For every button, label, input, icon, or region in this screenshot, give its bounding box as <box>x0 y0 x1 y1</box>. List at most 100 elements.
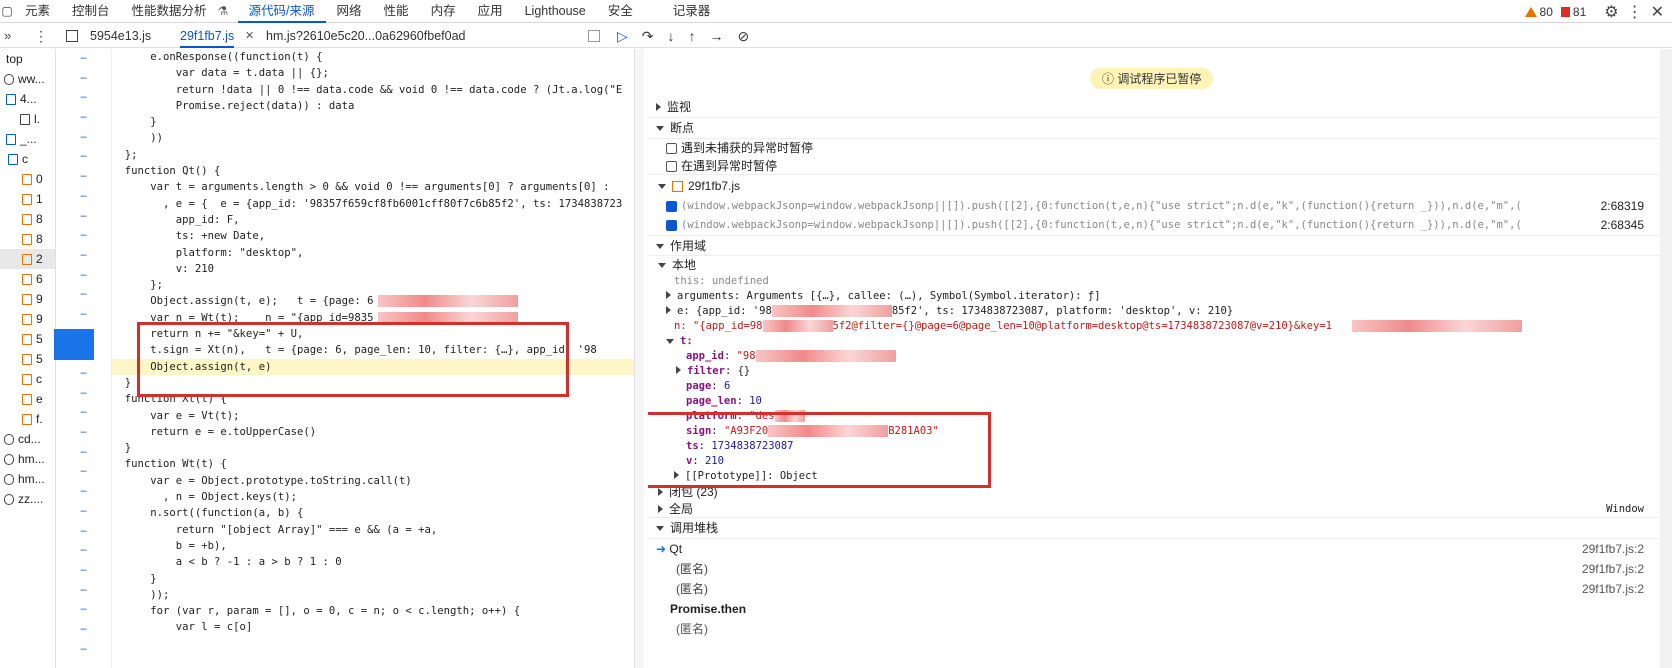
tree-item[interactable]: c <box>0 369 55 389</box>
tab-recorder[interactable]: 记录器 <box>662 0 722 23</box>
tree-item[interactable]: _... <box>0 129 55 149</box>
debugger-scrollbar[interactable] <box>1660 49 1672 668</box>
breakpoint-row[interactable]: (window.webpackJsonp=window.webpackJsonp… <box>648 197 1672 216</box>
line-marker[interactable]: – <box>56 600 111 620</box>
file-tab-hm[interactable]: hm.js?2610e5c20...0a62960fbef0ad <box>266 24 465 48</box>
tree-item[interactable]: top <box>0 49 55 69</box>
chevron-double-right-icon[interactable]: » <box>4 24 11 48</box>
tab-sources[interactable]: 源代码/来源 <box>237 0 326 23</box>
tree-item[interactable]: hm... <box>0 449 55 469</box>
tab-lighthouse[interactable]: Lighthouse <box>514 0 597 23</box>
scope-global[interactable]: 全局 Window <box>648 501 1672 518</box>
call-frame[interactable]: (匿名) <box>648 619 1672 639</box>
tab-performance-insights[interactable]: 性能数据分析 <box>121 0 218 23</box>
line-marker[interactable]: – <box>56 384 111 404</box>
breakpoint-marker[interactable] <box>54 344 94 360</box>
tree-item[interactable]: 8 <box>0 229 55 249</box>
tab-console[interactable]: 控制台 <box>61 0 121 23</box>
warnings-badge[interactable]: 80 <box>1524 5 1553 19</box>
line-marker[interactable]: – <box>56 246 111 266</box>
line-marker[interactable]: – <box>56 128 111 148</box>
section-watch[interactable]: 监视 <box>648 97 1672 118</box>
line-marker[interactable]: – <box>56 187 111 207</box>
tree-item[interactable]: 5 <box>0 329 55 349</box>
call-frame[interactable]: (匿名) 29f1fb7.js:2 <box>648 579 1672 599</box>
scope-local[interactable]: 本地 <box>648 256 1672 274</box>
tree-item[interactable]: l. <box>0 109 55 129</box>
tree-item[interactable]: zz.... <box>0 489 55 509</box>
tree-item[interactable]: 5 <box>0 349 55 369</box>
errors-badge[interactable]: 81 <box>1560 5 1586 19</box>
gear-icon[interactable]: ⚙ <box>1604 2 1618 22</box>
t-prop-app_id[interactable]: app_id: "98 <box>648 349 1672 364</box>
tree-item[interactable]: 4... <box>0 89 55 109</box>
tree-item[interactable]: f. <box>0 409 55 429</box>
scope-e[interactable]: e: {app_id: '98 85f2', ts: 1734838723087,… <box>648 304 1672 319</box>
call-frame[interactable]: ➜ Qt 29f1fb7.js:2 <box>648 539 1672 559</box>
breakpoint-row[interactable]: (window.webpackJsonp=window.webpackJsonp… <box>648 216 1672 235</box>
scope-n[interactable]: n: "{app_id=98 5f2@filter={}@page=6@page_… <box>648 319 1672 334</box>
tab-application[interactable]: 应用 <box>467 0 514 23</box>
call-frame[interactable]: (匿名) 29f1fb7.js:2 <box>648 559 1672 579</box>
line-marker[interactable]: – <box>56 88 111 108</box>
line-marker[interactable]: – <box>56 305 111 325</box>
line-marker[interactable]: – <box>56 502 111 522</box>
tree-item[interactable]: 9 <box>0 289 55 309</box>
file-tab-5954e13[interactable]: 5954e13.js <box>90 24 151 48</box>
tree-item[interactable]: cd... <box>0 429 55 449</box>
line-marker[interactable]: – <box>56 69 111 89</box>
tree-item[interactable]: hm... <box>0 469 55 489</box>
step-icon[interactable]: → <box>710 28 724 44</box>
line-marker[interactable]: – <box>56 482 111 502</box>
editor-scrollbar[interactable] <box>634 49 644 668</box>
inspect-icon[interactable]: ▢ <box>0 0 14 23</box>
step-into-icon[interactable]: ↓ <box>668 28 675 44</box>
line-marker[interactable]: – <box>56 364 111 384</box>
line-marker[interactable]: – <box>56 285 111 305</box>
deactivate-breakpoints-icon[interactable]: ⊘ <box>738 28 750 45</box>
line-marker[interactable]: – <box>56 620 111 640</box>
tab-network[interactable]: 网络 <box>326 0 373 23</box>
line-marker[interactable]: – <box>56 640 111 660</box>
line-marker[interactable]: – <box>56 403 111 423</box>
toggle-navigator-icon[interactable] <box>66 30 78 42</box>
step-over-icon[interactable]: ↷ <box>642 28 654 45</box>
tree-item[interactable]: 6 <box>0 269 55 289</box>
line-marker[interactable]: – <box>56 108 111 128</box>
toggle-debugger-icon[interactable] <box>588 30 600 42</box>
line-marker[interactable]: – <box>56 49 111 69</box>
more-vertical-icon[interactable]: ⋮ <box>1627 2 1643 22</box>
line-marker[interactable]: – <box>56 522 111 542</box>
section-callstack[interactable]: 调用堆栈 <box>648 518 1672 539</box>
file-tab-29f1fb7[interactable]: 29f1fb7.js <box>180 24 235 48</box>
checkbox[interactable] <box>666 143 677 155</box>
line-marker[interactable]: – <box>56 541 111 561</box>
more-vertical-icon[interactable]: ⋮ <box>34 24 48 48</box>
checkbox[interactable] <box>666 201 677 213</box>
line-marker[interactable]: – <box>56 423 111 443</box>
resume-icon[interactable]: ▷ <box>617 28 628 45</box>
line-marker[interactable]: – <box>56 266 111 286</box>
tree-item[interactable]: 1 <box>0 189 55 209</box>
line-marker[interactable]: – <box>56 147 111 167</box>
breakpoint-marker[interactable] <box>54 329 94 345</box>
close-icon[interactable]: ✕ <box>1651 2 1664 22</box>
tree-item[interactable]: 9 <box>0 309 55 329</box>
line-marker[interactable]: – <box>56 207 111 227</box>
close-tab-icon[interactable]: ✕ <box>245 24 254 48</box>
line-marker[interactable]: – <box>56 581 111 601</box>
tree-item[interactable]: 0 <box>0 169 55 189</box>
tab-memory[interactable]: 内存 <box>420 0 467 23</box>
scope-arguments[interactable]: arguments: Arguments [{…}, callee: (…), … <box>648 289 1672 304</box>
line-marker[interactable]: – <box>56 561 111 581</box>
checkbox[interactable] <box>666 220 677 232</box>
tab-elements[interactable]: 元素 <box>14 0 61 23</box>
tree-item[interactable]: 2 <box>0 249 55 269</box>
scope-t[interactable]: t: <box>648 334 1672 349</box>
section-breakpoints[interactable]: 断点 <box>648 118 1672 139</box>
tree-item[interactable]: e <box>0 389 55 409</box>
tree-item[interactable]: 8 <box>0 209 55 229</box>
line-marker[interactable]: – <box>56 226 111 246</box>
bp-file-row[interactable]: 29f1fb7.js <box>648 175 1672 197</box>
bp-uncaught-row[interactable]: 遇到未捕获的异常时暂停 <box>648 139 1672 157</box>
